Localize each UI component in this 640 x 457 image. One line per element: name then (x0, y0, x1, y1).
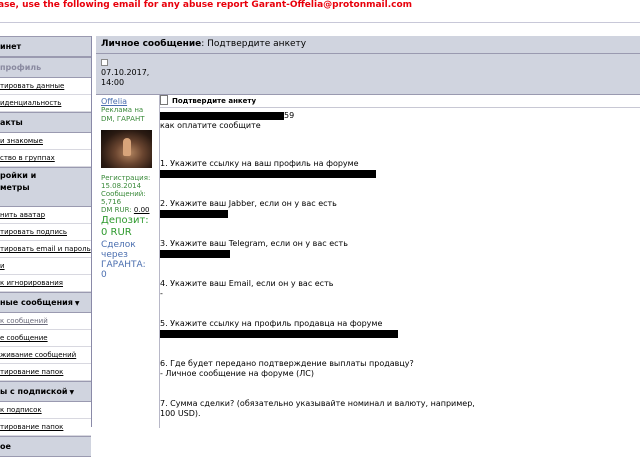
post-header: 07.10.2017, 14:00 (96, 54, 640, 95)
sidebar-item-privacy[interactable]: иденциальность (0, 95, 91, 112)
author-name-link[interactable]: Offelia (101, 97, 159, 106)
sidebar-item-groups[interactable]: ство в группах (0, 150, 91, 167)
sidebar-item-avatar[interactable]: нить аватар (0, 207, 91, 224)
message-line: 59 (160, 111, 294, 121)
sidebar: инет профиль тировать данные иденциально… (0, 36, 92, 457)
author-rank: Реклама на DM, ГАРАНТ (101, 106, 145, 123)
post-body: Offelia Реклама на DM, ГАРАНТ Регистраци… (96, 95, 640, 428)
sidebar-section-subscriptions[interactable]: ы с подпиской ▼ (0, 381, 91, 402)
sidebar-section-profile[interactable]: профиль (0, 57, 91, 78)
redacted-block (160, 249, 230, 258)
message-line: 7. Сумма сделки? (обязательно указывайте… (160, 399, 475, 408)
avatar (101, 130, 152, 168)
sidebar-item-misc[interactable]: и (0, 258, 91, 275)
main-panel: Личное сообщение: Подтвердите анкету 07.… (96, 36, 640, 428)
sidebar-item-track-messages[interactable]: живание сообщений (0, 347, 91, 364)
message-line (160, 329, 398, 339)
author-reg-label: Регистрация: (101, 174, 151, 182)
sidebar-item-ignore-list[interactable]: к игнорирования (0, 275, 91, 292)
sidebar-item-message-list[interactable]: к сообщений (0, 313, 91, 330)
post-date: 07.10.2017, 14:00 (101, 68, 150, 87)
message-line: - Личное сообщение на форуме (ЛС) (160, 369, 314, 378)
author-deposit-value: 0 RUR (101, 227, 132, 238)
message-subject: Подтвердите анкету (160, 95, 640, 108)
author-deals-value: 0 (101, 270, 107, 280)
sidebar-item-edit-folders[interactable]: тирование папок (0, 364, 91, 381)
sidebar-section-contacts[interactable]: акты (0, 112, 91, 133)
sidebar-item-subscription-list[interactable]: к подписок (0, 402, 91, 419)
redacted-block (160, 329, 398, 338)
message-line: 5. Укажите ссылку на профиль продавца на… (160, 319, 383, 328)
redacted-block (160, 169, 376, 178)
message-line: 4. Укажите ваш Email, если он у вас есть (160, 279, 334, 288)
sidebar-section-cabinet[interactable]: инет (0, 36, 91, 57)
message-line: 2. Укажите ваш Jabber, если он у вас ест… (160, 199, 337, 208)
author-dm: DM RUR: 0.00 (101, 206, 150, 214)
author-deposit-label: Депозит: (101, 215, 149, 226)
chevron-down-icon: ▼ (69, 389, 75, 396)
redacted-block (160, 111, 284, 120)
message-line: - (160, 289, 163, 298)
author-reg-date: 15.08.2014 (101, 182, 142, 190)
message-area: Подтвердите анкету 59 как оплатите сообщ… (160, 95, 640, 428)
sidebar-item-edit-sub-folders[interactable]: тирование папок (0, 419, 91, 436)
message-line: 100 USD). (160, 409, 201, 418)
sidebar-item-new-message[interactable]: е сообщение (0, 330, 91, 347)
message-line: 3. Укажите ваш Telegram, если он у вас е… (160, 239, 348, 248)
sidebar-section-settings[interactable]: ройки и метры (0, 167, 91, 207)
abuse-banner-text: ase, use the following email for any abu… (0, 0, 413, 10)
chevron-down-icon: ▼ (74, 300, 80, 307)
abuse-banner: ase, use the following email for any abu… (0, 0, 640, 23)
message-line: 1. Укажите ссылку на ваш профиль на фору… (160, 159, 359, 168)
sidebar-item-signature[interactable]: тировать подпись (0, 224, 91, 241)
sidebar-item-friends[interactable]: и знакомые (0, 133, 91, 150)
page-title-rest: : Подтвердите анкету (201, 39, 307, 49)
author-posts: 5,716 (101, 198, 122, 206)
author-panel: Offelia Реклама на DM, ГАРАНТ Регистраци… (96, 95, 160, 428)
page-title-bold: Личное сообщение (101, 39, 202, 49)
document-icon (160, 95, 168, 105)
redacted-block (160, 209, 228, 218)
message-line (160, 249, 230, 259)
message-line (160, 169, 376, 179)
select-checkbox[interactable] (101, 59, 108, 66)
message-line: 6. Где будет передано подтверждение выпл… (160, 359, 414, 368)
page-title: Личное сообщение: Подтвердите анкету (96, 36, 640, 54)
sidebar-item-email-password[interactable]: тировать email и пароль (0, 241, 91, 258)
sidebar-section-other[interactable]: ое (0, 436, 91, 457)
sidebar-item-edit-data[interactable]: тировать данные (0, 78, 91, 95)
sidebar-section-private-messages[interactable]: ные сообщения ▼ (0, 292, 91, 313)
avatar-figure (123, 138, 131, 156)
author-deals-label: Сделок через ГАРАНТА: (101, 240, 146, 270)
message-line: как оплатите сообщите (160, 121, 261, 130)
author-posts-label: Сообщений: (101, 190, 146, 198)
message-line (160, 209, 228, 219)
